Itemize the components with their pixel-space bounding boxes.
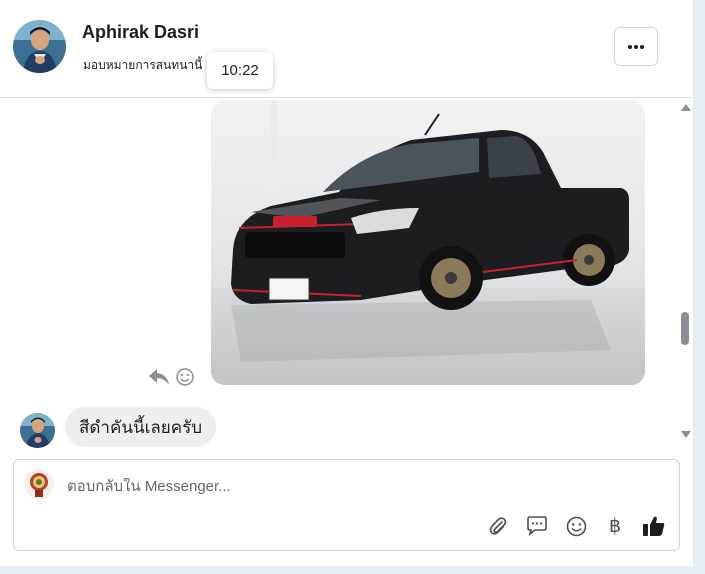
message-composer: ฿ — [13, 459, 680, 551]
image-message[interactable] — [211, 100, 645, 385]
contact-avatar[interactable] — [13, 20, 66, 73]
sender-avatar[interactable] — [20, 413, 55, 448]
more-options-button[interactable] — [614, 27, 658, 66]
time-tooltip: 10:22 — [207, 52, 273, 89]
reply-icon[interactable] — [148, 368, 170, 386]
scroll-down-arrow-icon[interactable] — [681, 431, 691, 438]
contact-name[interactable]: Aphirak Dasri — [82, 22, 199, 43]
reply-input[interactable] — [67, 478, 627, 495]
speech-bubble-icon[interactable] — [525, 514, 549, 538]
paperclip-icon[interactable] — [486, 514, 510, 538]
emoji-smiley-icon[interactable] — [564, 514, 588, 538]
text-message-bubble[interactable]: สีดำคันนี้เลยครับ — [65, 407, 217, 447]
thumbs-up-icon[interactable] — [642, 514, 666, 538]
assign-conversation-label[interactable]: มอบหมายการสนทนานี้ — [83, 56, 213, 75]
baht-icon[interactable]: ฿ — [603, 514, 627, 538]
react-smiley-icon[interactable] — [176, 368, 194, 386]
page-avatar — [24, 469, 54, 499]
conversation-header: Aphirak Dasri มอบหมายการสนทนานี้ 10:22 — [0, 0, 693, 98]
conversation-panel: Aphirak Dasri มอบหมายการสนทนานี้ 10:22 ส… — [0, 0, 693, 566]
scroll-up-arrow-icon[interactable] — [681, 104, 691, 111]
scroll-thumb[interactable] — [681, 312, 689, 345]
pickup-truck-photo — [211, 100, 645, 385]
ellipsis-icon — [628, 44, 644, 49]
message-thread: สีดำคันนี้เลยครับ — [0, 98, 693, 450]
thread-scrollbar[interactable] — [679, 98, 693, 450]
